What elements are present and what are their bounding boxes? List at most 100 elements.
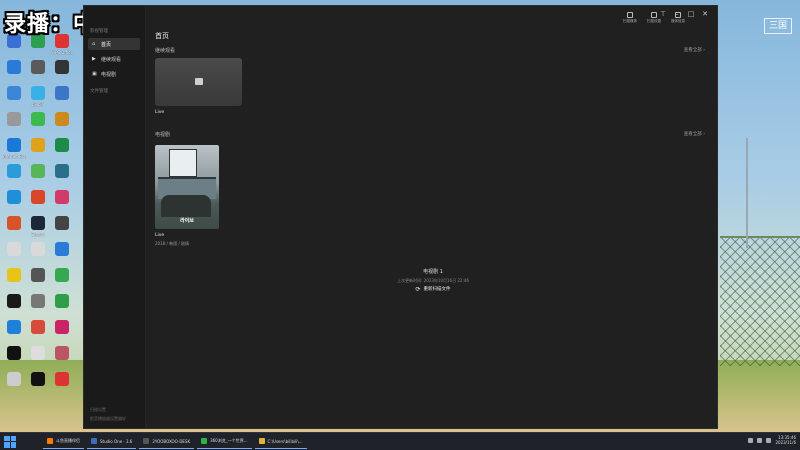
play-circle-icon: ▶ (92, 55, 96, 62)
desktop-icon[interactable] (26, 242, 50, 258)
section-tv-label: 电视剧 (155, 132, 171, 138)
clock-date: 2023/11/6 (775, 440, 796, 445)
sidebar-item-tv[interactable]: ▣ 电视剧 (88, 68, 140, 80)
desktop-icon[interactable] (50, 138, 74, 154)
desktop-icon[interactable] (2, 216, 26, 232)
desktop-icon[interactable] (26, 294, 50, 310)
scan-icon (627, 12, 633, 18)
app-icon (31, 164, 45, 178)
taskbar-item[interactable]: 360浏览_一个世界... (197, 435, 252, 449)
desktop-icon[interactable] (50, 216, 74, 232)
desktop-icon[interactable] (2, 320, 26, 336)
network-icon[interactable] (748, 437, 754, 443)
desktop-icon[interactable] (2, 346, 26, 362)
sidebar-item-files[interactable]: 文件管理 (90, 88, 108, 94)
sidebar-player-settings-link[interactable]: 影音播放器设置偏好 (90, 416, 126, 422)
minimize-icon[interactable]: – (673, 10, 681, 18)
desktop-icon[interactable] (50, 190, 74, 206)
sidebar-item-home[interactable]: ⌂ 首页 (88, 38, 140, 50)
close-icon[interactable]: ✕ (701, 10, 709, 18)
film-icon (195, 78, 203, 85)
app-icon (31, 294, 45, 308)
desktop-icon[interactable] (26, 268, 50, 284)
taskbar-item[interactable]: Studio One · 3.6 (87, 435, 137, 449)
input-method-icon[interactable] (766, 437, 772, 443)
taskbar-item[interactable]: C:\Users\bilibili\... (254, 435, 307, 449)
desktop-icon[interactable] (2, 164, 26, 180)
desktop-icon[interactable] (26, 372, 50, 388)
app-icon (31, 372, 45, 386)
desktop-icon[interactable] (50, 112, 74, 128)
desktop-icon[interactable] (2, 372, 26, 388)
desktop-icon[interactable] (2, 60, 26, 76)
desktop-icon[interactable] (26, 164, 50, 180)
pin-icon[interactable]: ⊤ (659, 10, 667, 18)
volume-icon[interactable] (757, 437, 763, 443)
taskbar-items: 斗鱼直播伴侣 Studio One · 3.6 2YOOBOXOO-DESK 360浏… (40, 435, 307, 449)
desktop-icon[interactable] (50, 294, 74, 310)
app-icon (55, 294, 69, 308)
clock[interactable]: 13:35:46 2023/11/6 (775, 435, 796, 445)
app-icon (7, 294, 21, 308)
sidebar-header: 影视管理 (90, 29, 108, 34)
desktop-icon[interactable] (50, 60, 74, 76)
desktop-icon[interactable] (50, 346, 74, 362)
desktop-icon-label: bilibili (32, 102, 44, 107)
desktop-icon[interactable] (50, 242, 74, 258)
sidebar-item-continue-watching[interactable]: ▶ 继续观看 (88, 53, 140, 65)
app-icon (55, 242, 69, 256)
app-icon (7, 320, 21, 334)
tv-poster-card[interactable]: 라이브 (155, 145, 219, 229)
desktop-icon[interactable] (50, 268, 74, 284)
continue-watching-title: Live (155, 110, 165, 115)
app-icon (7, 268, 21, 282)
desktop-icon-label: Internet Explorer (2, 154, 26, 159)
desktop-icon[interactable]: Steam (26, 216, 50, 237)
taskbar-app-icon (258, 438, 265, 444)
app-icon (31, 190, 45, 204)
rescan-files-button[interactable]: ⟳ 重新扫描文件 (397, 284, 469, 294)
maximize-icon[interactable]: □ (687, 10, 695, 18)
app-icon (31, 346, 45, 360)
app-icon (7, 372, 21, 386)
desktop-icon[interactable] (50, 372, 74, 388)
desktop-icon[interactable] (26, 112, 50, 128)
taskbar-item[interactable]: 斗鱼直播伴侣 (43, 435, 84, 449)
app-icon (7, 346, 21, 360)
desktop-icon[interactable]: bilibili (26, 86, 50, 107)
desktop-icon[interactable] (26, 60, 50, 76)
app-icon (31, 216, 45, 230)
taskbar-app-icon (143, 438, 150, 444)
app-icon (55, 190, 69, 204)
continue-watching-card[interactable] (155, 58, 242, 106)
desktop-icon[interactable] (50, 164, 74, 180)
desktop-icon[interactable] (2, 86, 26, 102)
settings-icon (651, 12, 657, 18)
desktop-icon[interactable] (50, 86, 74, 102)
see-all-tv-link[interactable]: 查看全部 › (684, 131, 705, 137)
see-all-continue-watching-link[interactable]: 查看全部 › (684, 47, 705, 53)
app-icon (55, 60, 69, 74)
desktop-icon[interactable] (2, 190, 26, 206)
start-button[interactable] (4, 435, 16, 448)
desktop-icon[interactable] (2, 242, 26, 258)
desktop-icon[interactable] (2, 112, 26, 128)
poster-sign (169, 149, 197, 177)
desktop-icon[interactable]: Internet Explorer (2, 138, 26, 159)
desktop-icon[interactable] (50, 320, 74, 336)
desktop-icon[interactable] (26, 346, 50, 362)
scan-media-button[interactable]: 扫描媒体 (623, 12, 637, 24)
taskbar-item[interactable]: 2YOOBOXOO-DESK (139, 435, 195, 449)
desktop-icon[interactable] (26, 190, 50, 206)
wallpaper-fence (720, 236, 800, 366)
desktop-icon[interactable] (2, 268, 26, 284)
sidebar-scan-settings-link[interactable]: 扫描设置 (90, 407, 106, 413)
desktop-icon[interactable] (26, 138, 50, 154)
desktop-icon[interactable] (26, 320, 50, 336)
desktop-icon[interactable] (2, 294, 26, 310)
main-content: 扫描媒体 扫描设置 媒体信息 ⊤ – □ ✕ 首页 继续观看 查看全部 › Li… (147, 6, 717, 428)
app-icon (31, 86, 45, 100)
taskbar-app-icon (91, 438, 97, 444)
app-icon (31, 60, 45, 74)
home-icon: ⌂ (92, 40, 96, 47)
